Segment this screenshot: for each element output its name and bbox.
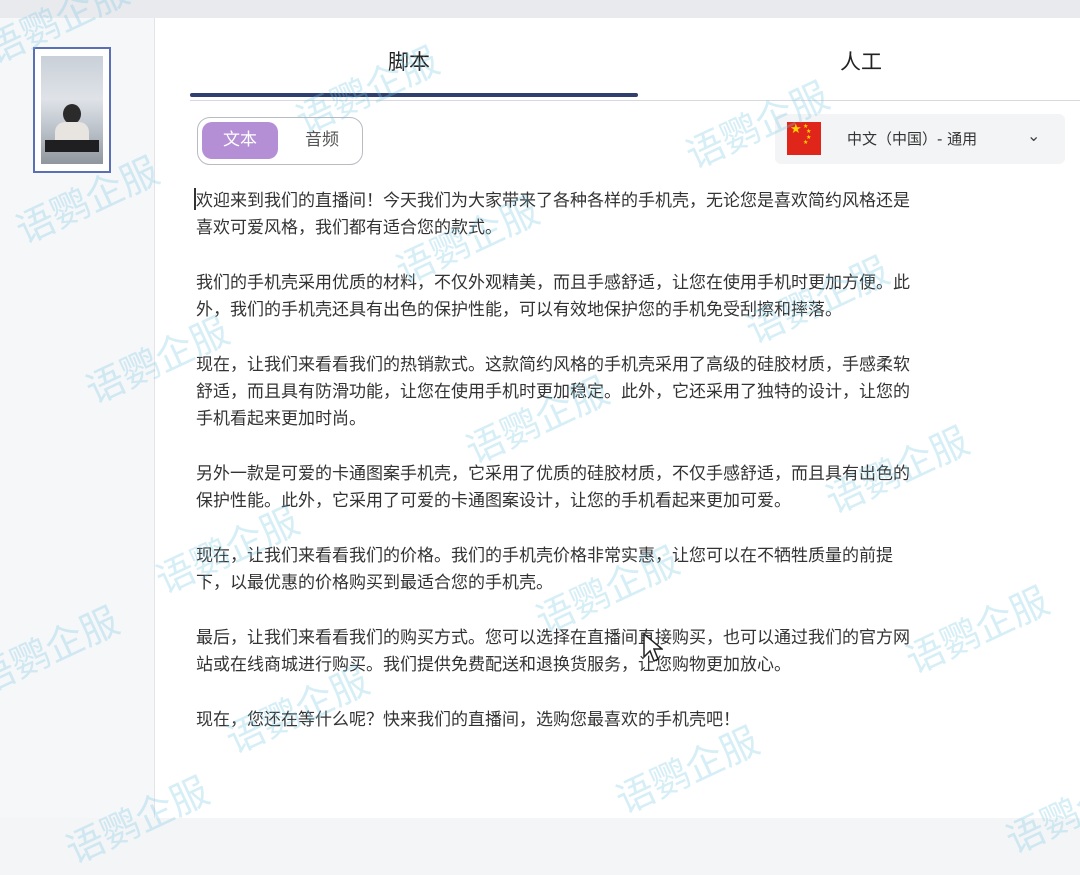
script-line: 保护性能。此外，它采用了可爱的卡通图案设计，让您的手机看起来更加可爱。	[196, 491, 791, 511]
script-line: 现在，您还在等什么呢？快来我们的直播间，选购您最喜欢的手机壳吧！	[196, 710, 740, 730]
language-label: 中文（中国）- 通用	[847, 130, 978, 148]
script-line: 现在，让我们来看看我们的热销款式。这款简约风格的手机壳采用了高级的硅胶材质，手感…	[196, 355, 910, 375]
script-line: 现在，让我们来看看我们的价格。我们的手机壳价格非常实惠，让您可以在不牺牲质量的前…	[196, 546, 893, 566]
mouse-pointer-icon	[643, 633, 663, 663]
script-paragraph: 最后，让我们来看看我们的购买方式。您可以选择在直播间直接购买，也可以通过我们的官…	[196, 625, 1080, 679]
script-paragraph: 现在，让我们来看看我们的热销款式。这款简约风格的手机壳采用了高级的硅胶材质，手感…	[196, 352, 1080, 433]
presenter-image	[41, 56, 103, 164]
tab-script[interactable]: 脚本	[388, 46, 430, 76]
script-line: 下，以最优惠的价格购买到最适合您的手机壳。	[196, 573, 553, 593]
script-paragraph: 另外一款是可爱的卡通图案手机壳，它采用了优质的硅胶材质，不仅手感舒适，而且具有出…	[196, 461, 1080, 515]
script-line: 外，我们的手机壳还具有出色的保护性能，可以有效地保护您的手机免受刮擦和摔落。	[196, 300, 842, 320]
toggle-audio-option[interactable]: 音频	[286, 122, 358, 159]
script-line: 手机看起来更加时尚。	[196, 409, 366, 429]
chevron-down-icon: ⌄	[1027, 126, 1041, 145]
language-select[interactable]: ★ ★ ★ ★ ★ 中文（中国）- 通用 ⌄	[775, 114, 1065, 164]
script-text-area[interactable]: 欢迎来到我们的直播间！今天我们为大家带来了各种各样的手机壳，无论您是喜欢简约风格…	[196, 188, 1080, 762]
script-line: 欢迎来到我们的直播间！今天我们为大家带来了各种各样的手机壳，无论您是喜欢简约风格…	[196, 191, 910, 211]
avatar-thumbnail[interactable]	[33, 47, 111, 173]
text-audio-toggle: 文本 音频	[197, 117, 363, 165]
active-tab-indicator	[190, 93, 638, 97]
top-strip	[0, 0, 1080, 18]
script-line: 最后，让我们来看看我们的购买方式。您可以选择在直播间直接购买，也可以通过我们的官…	[196, 628, 910, 648]
script-line: 我们的手机壳采用优质的材料，不仅外观精美，而且手感舒适，让您在使用手机时更加方便…	[196, 273, 910, 293]
script-paragraph: 我们的手机壳采用优质的材料，不仅外观精美，而且手感舒适，让您在使用手机时更加方便…	[196, 270, 1080, 324]
script-line: 站或在线商城进行购买。我们提供免费配送和退换货服务，让您购物更加放心。	[196, 655, 791, 675]
script-line: 舒适，而且具有防滑功能，让您在使用手机时更加稳定。此外，它还采用了独特的设计，让…	[196, 382, 910, 402]
toggle-text-option[interactable]: 文本	[202, 122, 278, 159]
tab-divider	[190, 100, 1080, 101]
script-editor-panel: 脚本 人工 文本 音频 ★ ★ ★ ★ ★ 中文（中国）- 通用 ⌄ 欢迎来到我…	[155, 18, 1080, 818]
china-flag-icon: ★ ★ ★ ★ ★	[787, 122, 821, 155]
script-line: 另外一款是可爱的卡通图案手机壳，它采用了优质的硅胶材质，不仅手感舒适，而且具有出…	[196, 464, 910, 484]
script-paragraph: 现在，让我们来看看我们的价格。我们的手机壳价格非常实惠，让您可以在不牺牲质量的前…	[196, 543, 1080, 597]
script-paragraph: 现在，您还在等什么呢？快来我们的直播间，选购您最喜欢的手机壳吧！	[196, 707, 1080, 734]
script-paragraph: 欢迎来到我们的直播间！今天我们为大家带来了各种各样的手机壳，无论您是喜欢简约风格…	[196, 188, 1080, 242]
script-line: 喜欢可爱风格，我们都有适合您的款式。	[196, 218, 502, 238]
tab-manual[interactable]: 人工	[840, 46, 882, 76]
